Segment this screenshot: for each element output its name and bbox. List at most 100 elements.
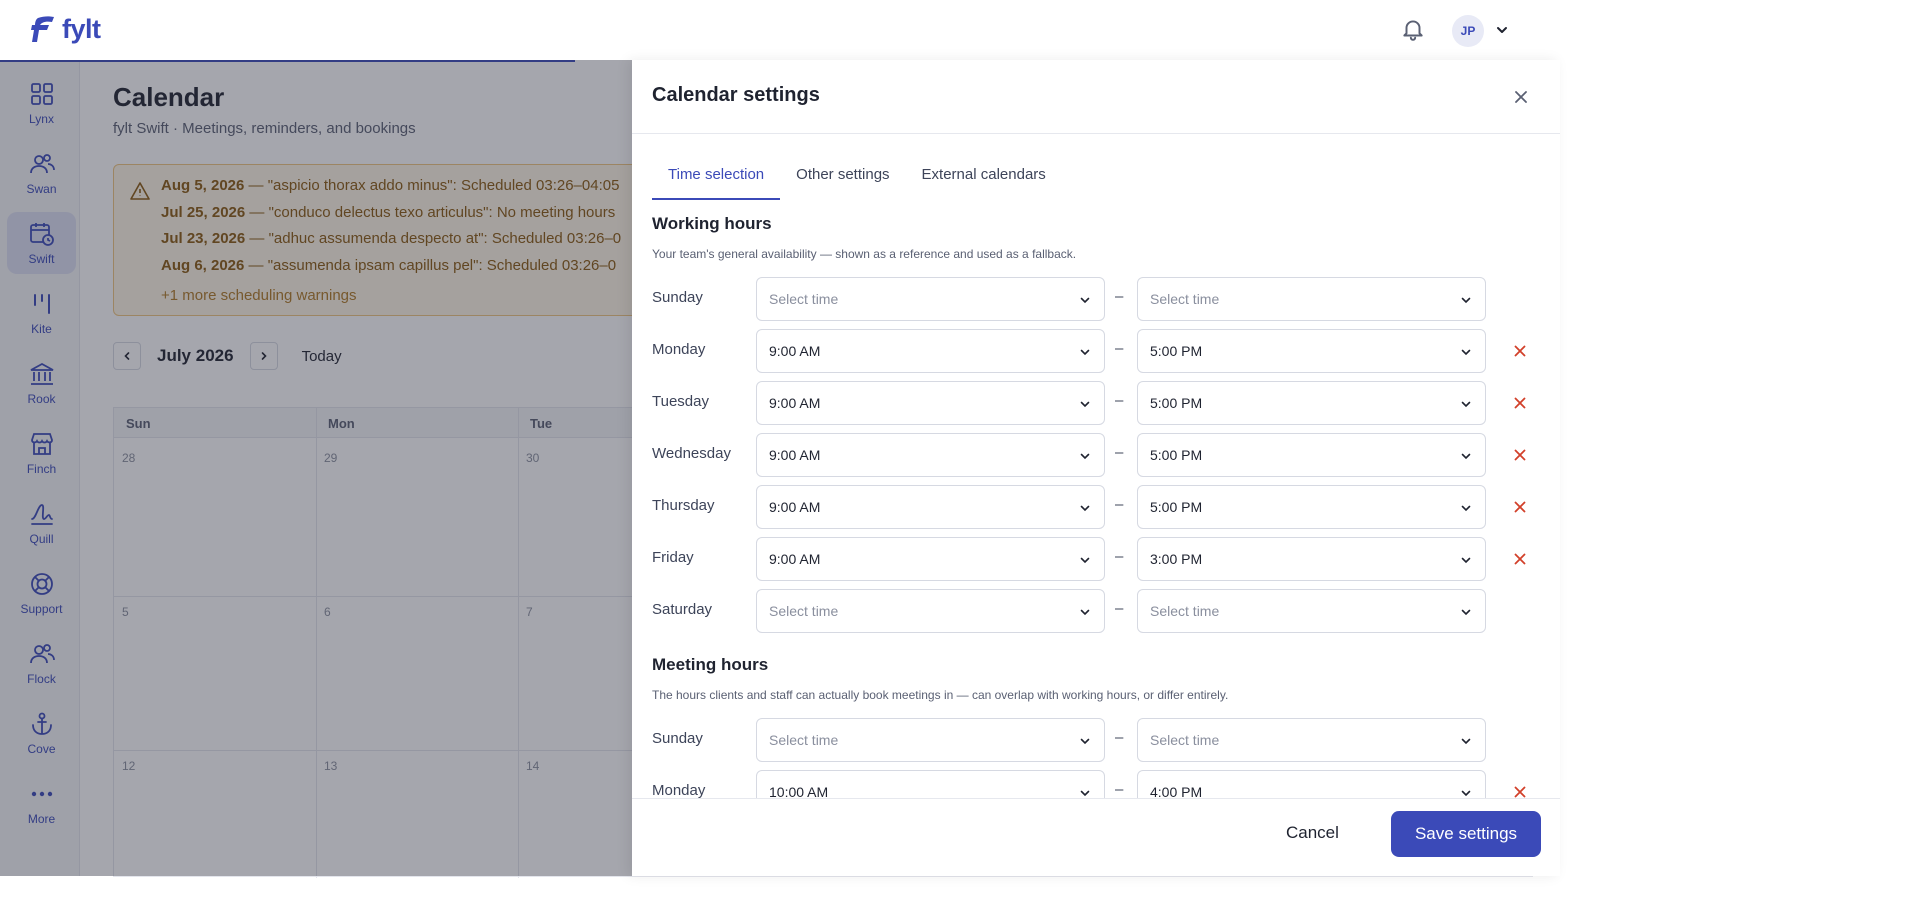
chevron-down-icon bbox=[1461, 297, 1471, 304]
start-time-select[interactable]: 9:00 AM bbox=[756, 485, 1105, 529]
chevron-down-icon bbox=[1461, 790, 1471, 797]
select-value: 10:00 AM bbox=[769, 784, 829, 798]
tab-other-settings[interactable]: Other settings bbox=[780, 154, 905, 200]
working-hours-row-wednesday: Wednesday 9:00 AM – 5:00 PM bbox=[652, 433, 1532, 477]
calendar-settings-drawer: Calendar settings Time selection Other s… bbox=[632, 60, 1560, 876]
select-value: 5:00 PM bbox=[1150, 499, 1203, 515]
tab-external-calendars[interactable]: External calendars bbox=[906, 154, 1062, 200]
select-value: Select time bbox=[769, 732, 839, 748]
select-value: Select time bbox=[769, 603, 839, 619]
close-icon[interactable] bbox=[1512, 88, 1530, 106]
day-label: Tuesday bbox=[652, 393, 709, 410]
remove-icon[interactable] bbox=[1512, 447, 1528, 463]
range-separator: – bbox=[1115, 729, 1124, 746]
range-separator: – bbox=[1115, 392, 1124, 409]
bell-icon[interactable] bbox=[1400, 16, 1426, 42]
save-settings-button[interactable]: Save settings bbox=[1391, 811, 1541, 857]
start-time-select[interactable]: Select time bbox=[756, 718, 1105, 762]
remove-icon[interactable] bbox=[1512, 343, 1528, 359]
day-label: Monday bbox=[652, 782, 706, 798]
chevron-down-icon bbox=[1080, 738, 1090, 745]
avatar[interactable]: JP bbox=[1452, 15, 1484, 47]
select-value: 5:00 PM bbox=[1150, 447, 1203, 463]
cancel-button[interactable]: Cancel bbox=[1286, 823, 1339, 843]
tab-time-selection[interactable]: Time selection bbox=[652, 154, 781, 200]
working-hours-row-thursday: Thursday 9:00 AM – 5:00 PM bbox=[652, 485, 1532, 529]
day-label: Wednesday bbox=[652, 445, 731, 462]
drawer-footer: Cancel Save settings bbox=[632, 798, 1560, 876]
start-time-select[interactable]: 10:00 AM bbox=[756, 770, 1105, 798]
range-separator: – bbox=[1115, 548, 1124, 565]
select-value: 9:00 AM bbox=[769, 343, 821, 359]
start-time-select[interactable]: 9:00 AM bbox=[756, 537, 1105, 581]
end-time-select[interactable]: 5:00 PM bbox=[1137, 485, 1486, 529]
day-label: Monday bbox=[652, 341, 706, 358]
chevron-down-icon bbox=[1461, 738, 1471, 745]
working-hours-row-friday: Friday 9:00 AM – 3:00 PM bbox=[652, 537, 1532, 581]
start-time-select[interactable]: Select time bbox=[756, 277, 1105, 321]
working-hours-description: Your team's general availability — shown… bbox=[652, 247, 1077, 261]
chevron-down-icon bbox=[1080, 790, 1090, 797]
range-separator: – bbox=[1115, 444, 1124, 461]
start-time-select[interactable]: Select time bbox=[756, 589, 1105, 633]
chevron-down-icon bbox=[1461, 609, 1471, 616]
start-time-select[interactable]: 9:00 AM bbox=[756, 433, 1105, 477]
end-time-select[interactable]: 5:00 PM bbox=[1137, 329, 1486, 373]
end-time-select[interactable]: 3:00 PM bbox=[1137, 537, 1486, 581]
day-label: Sunday bbox=[652, 289, 703, 306]
range-separator: – bbox=[1115, 781, 1124, 798]
drawer-header: Calendar settings bbox=[632, 60, 1560, 134]
chevron-down-icon bbox=[1080, 401, 1090, 408]
chevron-down-icon bbox=[1080, 557, 1090, 564]
select-value: 9:00 AM bbox=[769, 551, 821, 567]
working-hours-row-tuesday: Tuesday 9:00 AM – 5:00 PM bbox=[652, 381, 1532, 425]
meeting-hours-row-monday: Monday 10:00 AM – 4:00 PM bbox=[652, 770, 1532, 798]
end-time-select[interactable]: 5:00 PM bbox=[1137, 433, 1486, 477]
remove-icon[interactable] bbox=[1512, 551, 1528, 567]
select-value: 5:00 PM bbox=[1150, 343, 1203, 359]
select-value: Select time bbox=[1150, 291, 1220, 307]
select-value: Select time bbox=[1150, 732, 1220, 748]
working-hours-row-monday: Monday 9:00 AM – 5:00 PM bbox=[652, 329, 1532, 373]
select-value: 9:00 AM bbox=[769, 395, 821, 411]
remove-icon[interactable] bbox=[1512, 395, 1528, 411]
end-time-select[interactable]: Select time bbox=[1137, 277, 1486, 321]
chevron-down-icon bbox=[1080, 297, 1090, 304]
select-value: Select time bbox=[769, 291, 839, 307]
day-label: Sunday bbox=[652, 730, 703, 747]
chevron-down-icon bbox=[1080, 609, 1090, 616]
logo-text: fylt bbox=[62, 14, 101, 44]
start-time-select[interactable]: 9:00 AM bbox=[756, 381, 1105, 425]
meeting-hours-description: The hours clients and staff can actually… bbox=[652, 688, 1229, 702]
remove-icon[interactable] bbox=[1512, 499, 1528, 515]
fylt-logo-icon bbox=[31, 15, 54, 42]
day-label: Saturday bbox=[652, 601, 713, 618]
start-time-select[interactable]: 9:00 AM bbox=[756, 329, 1105, 373]
chevron-down-icon[interactable] bbox=[1494, 22, 1510, 38]
chevron-down-icon bbox=[1461, 453, 1471, 460]
day-label: Friday bbox=[652, 549, 694, 566]
chevron-down-icon bbox=[1461, 557, 1471, 564]
drawer-body[interactable]: Working hours Your team's general availa… bbox=[632, 200, 1560, 798]
range-separator: – bbox=[1115, 496, 1124, 513]
select-value: 4:00 PM bbox=[1150, 784, 1203, 798]
end-time-select[interactable]: Select time bbox=[1137, 589, 1486, 633]
working-hours-title: Working hours bbox=[652, 214, 772, 233]
top-bar: fylt JP bbox=[0, 0, 1560, 60]
chevron-down-icon bbox=[1080, 505, 1090, 512]
logo[interactable]: fylt bbox=[30, 14, 101, 45]
select-value: 9:00 AM bbox=[769, 447, 821, 463]
chevron-down-icon bbox=[1080, 349, 1090, 356]
chevron-down-icon bbox=[1461, 505, 1471, 512]
end-time-select[interactable]: 5:00 PM bbox=[1137, 381, 1486, 425]
chevron-down-icon bbox=[1461, 349, 1471, 356]
select-value: 5:00 PM bbox=[1150, 395, 1203, 411]
remove-icon[interactable] bbox=[1512, 784, 1528, 798]
end-time-select[interactable]: 4:00 PM bbox=[1137, 770, 1486, 798]
chevron-down-icon bbox=[1080, 453, 1090, 460]
end-time-select[interactable]: Select time bbox=[1137, 718, 1486, 762]
settings-tabs: Time selection Other settings External c… bbox=[652, 154, 1062, 200]
range-separator: – bbox=[1115, 288, 1124, 305]
working-hours-row-sunday: Sunday Select time – Select time bbox=[652, 277, 1532, 321]
meeting-hours-row-sunday: Sunday Select time – Select time bbox=[652, 718, 1532, 762]
